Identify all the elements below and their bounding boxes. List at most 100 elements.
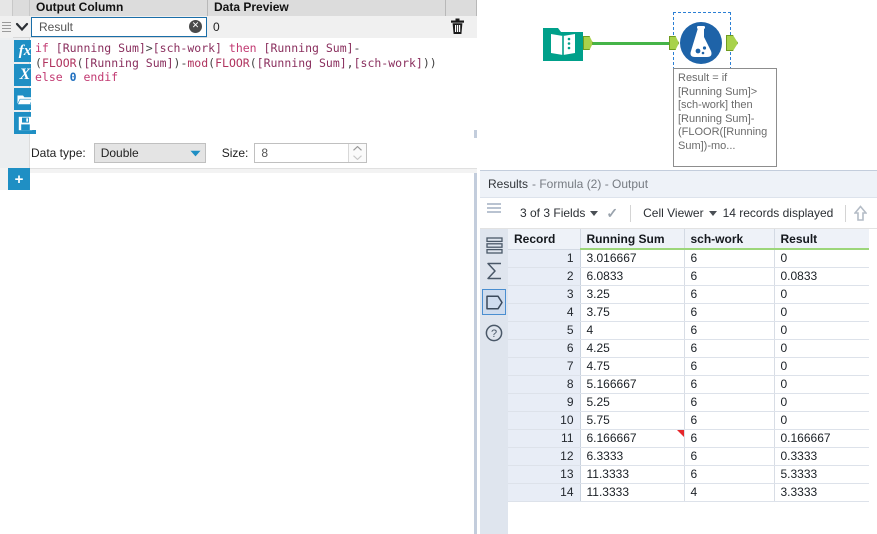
cell-result[interactable]: 0: [774, 393, 877, 412]
cell-sch-work[interactable]: 6: [684, 321, 775, 340]
cell-result[interactable]: 0: [774, 339, 877, 358]
cell-sch-work[interactable]: 6: [684, 465, 775, 484]
table-row[interactable]: 6 4.25 6 0: [508, 339, 877, 358]
table-row[interactable]: 5460: [508, 321, 877, 340]
cell-result[interactable]: 0: [774, 357, 877, 376]
cell-sch-work[interactable]: 6: [684, 357, 775, 376]
table-row[interactable]: 4 3.75 6 0: [508, 303, 877, 322]
cell-sch-work[interactable]: 4: [684, 483, 775, 502]
cell-record[interactable]: 3: [508, 285, 581, 304]
table-row[interactable]: 11 6.166667 6 0.166667: [508, 429, 877, 448]
cell-running-sum[interactable]: 4.25: [580, 339, 685, 358]
add-column-button[interactable]: +: [8, 168, 30, 190]
fields-selector[interactable]: 3 of 3 Fields: [520, 206, 599, 220]
cell-record[interactable]: 14: [508, 483, 581, 502]
data-type-select[interactable]: Double: [93, 143, 206, 163]
cell-record[interactable]: 11: [508, 429, 581, 448]
cell-sch-work[interactable]: 6: [684, 267, 775, 286]
table-row[interactable]: 2 6.0833 6 0.0833: [508, 267, 877, 286]
output-connector-formula-tool[interactable]: [726, 35, 738, 51]
cell-record[interactable]: 8: [508, 375, 581, 394]
cell-sch-work[interactable]: 6: [684, 375, 775, 394]
results-drag-handle[interactable]: [480, 198, 508, 229]
workflow-canvas[interactable]: Result = if [Running Sum]> [sch-work] th…: [480, 0, 877, 170]
table-row[interactable]: 10 5.75 6 0: [508, 411, 877, 430]
stepper-up-icon[interactable]: [349, 144, 366, 153]
cell-record[interactable]: 4: [508, 303, 581, 322]
column-header-sch-work[interactable]: sch-work: [684, 229, 775, 250]
data-grid-icon[interactable]: [483, 233, 505, 257]
table-row[interactable]: 12 6.3333 6 0.3333: [508, 447, 877, 466]
cell-result[interactable]: 5.3333: [774, 465, 877, 484]
cell-running-sum[interactable]: 3.75: [580, 303, 685, 322]
formula-tool[interactable]: [676, 18, 726, 68]
trash-icon[interactable]: [437, 15, 477, 38]
cell-sch-work[interactable]: 6: [684, 411, 775, 430]
table-row[interactable]: 3 3.25 6 0: [508, 285, 877, 304]
cell-result[interactable]: 0: [774, 249, 877, 268]
table-row[interactable]: 13 11.3333 6 5.3333: [508, 465, 877, 484]
row-drag-handle[interactable]: [0, 15, 13, 38]
cell-result[interactable]: 0: [774, 303, 877, 322]
table-row[interactable]: 7 4.75 6 0: [508, 357, 877, 376]
cell-viewer-selector[interactable]: Cell Viewer: [643, 206, 717, 220]
summary-sigma-icon[interactable]: [483, 259, 505, 283]
column-header-record[interactable]: Record: [508, 229, 581, 250]
output-connector-input-tool[interactable]: [583, 36, 593, 50]
stepper-down-icon[interactable]: [349, 153, 366, 162]
formula-editor[interactable]: if [Running Sum]>[sch-work] then [Runnin…: [31, 38, 477, 130]
cell-running-sum[interactable]: 5.75: [580, 411, 685, 430]
cell-running-sum[interactable]: 6.166667: [580, 429, 685, 448]
size-stepper[interactable]: 8: [254, 143, 368, 163]
cell-sch-work[interactable]: 6: [684, 429, 775, 448]
cell-result[interactable]: 0: [774, 321, 877, 340]
cell-record[interactable]: 7: [508, 357, 581, 376]
cell-running-sum[interactable]: 6.0833: [580, 267, 685, 286]
help-question-icon[interactable]: ?: [483, 321, 505, 345]
cell-record[interactable]: 9: [508, 393, 581, 412]
table-row[interactable]: 8 5.166667 6 0: [508, 375, 877, 394]
cell-running-sum[interactable]: 11.3333: [580, 465, 685, 484]
cell-sch-work[interactable]: 6: [684, 339, 775, 358]
cell-result[interactable]: 0.166667: [774, 429, 877, 448]
table-row[interactable]: 14 11.3333 4 3.3333: [508, 483, 877, 502]
chevron-down-icon[interactable]: [13, 16, 30, 38]
results-table-container[interactable]: Record Running Sum sch-work Result 1 3.01…: [508, 229, 877, 534]
cell-record[interactable]: 1: [508, 249, 581, 268]
cell-running-sum[interactable]: 11.3333: [580, 483, 685, 502]
stepper-buttons[interactable]: [348, 144, 367, 162]
arrow-up-icon[interactable]: [854, 205, 868, 221]
chevron-down-icon[interactable]: [590, 210, 599, 216]
cell-record[interactable]: 12: [508, 447, 581, 466]
cell-result[interactable]: 0.3333: [774, 447, 877, 466]
output-column-input[interactable]: Result ✕: [31, 16, 207, 37]
cell-sch-work[interactable]: 6: [684, 285, 775, 304]
column-header-result[interactable]: Result: [774, 229, 877, 250]
cell-running-sum[interactable]: 4: [580, 321, 685, 340]
cell-running-sum[interactable]: 5.166667: [580, 375, 685, 394]
cell-result[interactable]: 0: [774, 285, 877, 304]
cell-sch-work[interactable]: 6: [684, 447, 775, 466]
cell-result[interactable]: 3.3333: [774, 483, 877, 502]
apply-fields-button[interactable]: ✓: [606, 205, 618, 222]
clear-x-icon[interactable]: ✕: [189, 20, 202, 33]
cell-record[interactable]: 2: [508, 267, 581, 286]
cell-result[interactable]: 0: [774, 411, 877, 430]
cell-record[interactable]: 6: [508, 339, 581, 358]
table-row[interactable]: 9 5.25 6 0: [508, 393, 877, 412]
cell-sch-work[interactable]: 6: [684, 249, 775, 268]
cell-running-sum[interactable]: 5.25: [580, 393, 685, 412]
input-data-tool[interactable]: [542, 22, 584, 64]
cell-running-sum[interactable]: 4.75: [580, 357, 685, 376]
cell-running-sum[interactable]: 3.25: [580, 285, 685, 304]
cell-running-sum[interactable]: 6.3333: [580, 447, 685, 466]
cell-record[interactable]: 10: [508, 411, 581, 430]
cell-sch-work[interactable]: 6: [684, 393, 775, 412]
cell-running-sum[interactable]: 3.016667: [580, 249, 685, 268]
connection-line[interactable]: [588, 42, 674, 45]
cell-record[interactable]: 5: [508, 321, 581, 340]
chevron-down-icon[interactable]: [708, 210, 717, 216]
cell-result[interactable]: 0: [774, 375, 877, 394]
cell-result[interactable]: 0.0833: [774, 267, 877, 286]
cell-record[interactable]: 13: [508, 465, 581, 484]
